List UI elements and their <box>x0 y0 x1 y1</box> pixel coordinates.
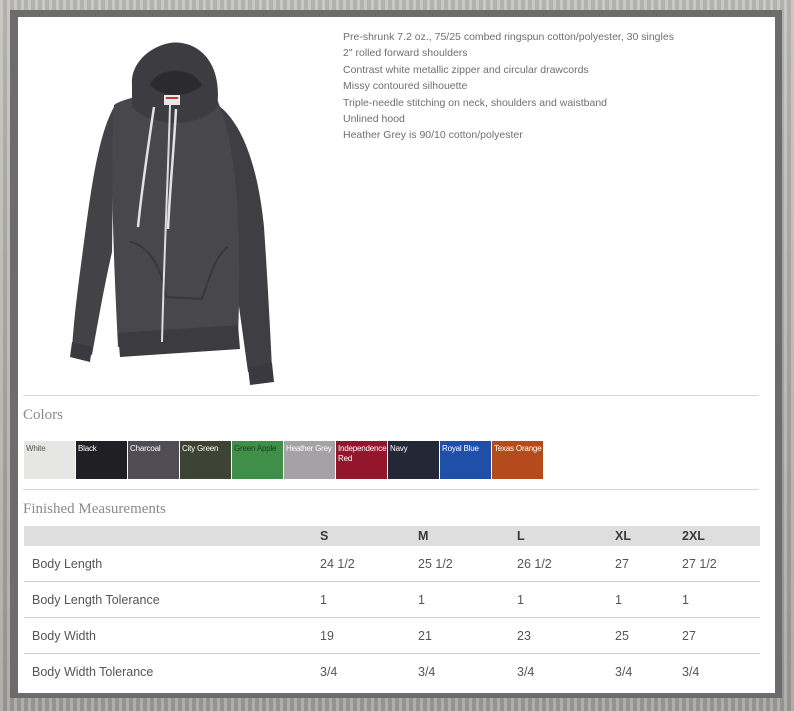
table-cell: 1 <box>418 581 517 618</box>
color-swatch[interactable]: City Green <box>180 441 232 479</box>
row-label: Body Length Tolerance <box>24 581 308 618</box>
column-header: L <box>517 526 615 546</box>
swatch-label: City Green <box>182 444 219 453</box>
table-cell: 25 1/2 <box>418 556 453 571</box>
swatch-label: Independence Red <box>338 444 387 463</box>
table-cell: 25 <box>615 617 682 654</box>
feature-item: Pre-shrunk 7.2 oz., 75/25 combed ringspu… <box>343 31 674 43</box>
feature-item: 2" rolled forward shoulders <box>343 47 468 60</box>
column-header: S <box>308 526 418 546</box>
table-row: Body Length 24 1/2 25 1/2 26 1/2 27 27 1… <box>24 546 760 582</box>
product-panel: Pre-shrunk 7.2 oz., 75/25 combed ringspu… <box>18 17 775 693</box>
feature-item: Contrast white metallic zipper and circu… <box>343 63 589 76</box>
swatch-label: Black <box>78 444 97 453</box>
measurements-table: S M L XL 2XL Body Length 24 1/2 25 1/2 2… <box>24 526 760 689</box>
color-swatch[interactable]: Heather Grey <box>284 441 336 479</box>
table-cell: 3/4 <box>682 653 760 689</box>
swatch-label: Texas Orange <box>494 444 542 453</box>
column-header: 2XL <box>682 526 760 546</box>
color-swatch[interactable]: Navy <box>388 441 440 479</box>
table-cell: 24 1/2 <box>320 556 355 571</box>
row-label: Body Width Tolerance <box>24 653 308 689</box>
table-cell: 27 1/2 <box>682 556 717 571</box>
color-swatch[interactable]: Texas Orange <box>492 441 544 479</box>
swatch-label: Heather Grey <box>286 444 332 453</box>
table-cell: 23 <box>517 617 615 654</box>
swatch-label: Green Apple <box>234 444 277 453</box>
row-label: Body Length <box>32 556 103 571</box>
divider <box>23 395 759 396</box>
color-swatch-row: White Black Charcoal City Green Green Ap… <box>24 441 544 479</box>
feature-item: Unlined hood <box>343 113 405 126</box>
swatch-label: White <box>26 444 46 453</box>
table-cell: 3/4 <box>517 653 615 689</box>
color-swatch[interactable]: Independence Red <box>336 441 388 479</box>
table-cell: 3/4 <box>615 653 682 689</box>
color-swatch[interactable]: Royal Blue <box>440 441 492 479</box>
table-cell: 1 <box>615 581 682 618</box>
measurements-heading: Finished Measurements <box>23 501 166 517</box>
table-cell: 3/4 <box>418 653 517 689</box>
color-swatch[interactable]: White <box>24 441 76 479</box>
color-swatch[interactable]: Green Apple <box>232 441 284 479</box>
swatch-label: Charcoal <box>130 444 161 453</box>
table-cell: 21 <box>418 617 517 654</box>
table-cell: 3/4 <box>308 653 418 689</box>
row-label: Body Width <box>24 617 308 654</box>
swatch-label: Navy <box>390 444 408 453</box>
column-header: XL <box>615 526 682 546</box>
table-cell: 1 <box>682 581 760 618</box>
colors-heading: Colors <box>23 407 64 423</box>
divider <box>23 489 759 490</box>
table-row: Body Width 19 21 23 25 27 <box>24 617 760 654</box>
feature-item: Missy contoured silhouette <box>343 80 468 93</box>
feature-list: Pre-shrunk 7.2 oz., 75/25 combed ringspu… <box>343 29 763 144</box>
column-header <box>24 526 308 546</box>
column-header: M <box>418 526 517 546</box>
table-cell: 19 <box>308 617 418 654</box>
table-row: Body Width Tolerance 3/4 3/4 3/4 3/4 3/4 <box>24 653 760 689</box>
product-image-hoodie <box>70 42 274 385</box>
table-row: Body Length Tolerance 1 1 1 1 1 <box>24 581 760 618</box>
feature-item: Triple-needle stitching on neck, shoulde… <box>343 96 608 109</box>
color-swatch[interactable]: Charcoal <box>128 441 180 479</box>
table-header-row: S M L XL 2XL <box>24 526 760 546</box>
table-cell: 1 <box>517 581 615 618</box>
swatch-label: Royal Blue <box>442 444 479 453</box>
table-cell: 1 <box>308 581 418 618</box>
table-cell: 26 1/2 <box>517 556 552 571</box>
feature-item: Heather Grey is 90/10 cotton/polyester <box>343 129 523 142</box>
color-swatch[interactable]: Black <box>76 441 128 479</box>
table-cell: 27 <box>615 556 629 571</box>
table-cell: 27 <box>682 617 760 654</box>
